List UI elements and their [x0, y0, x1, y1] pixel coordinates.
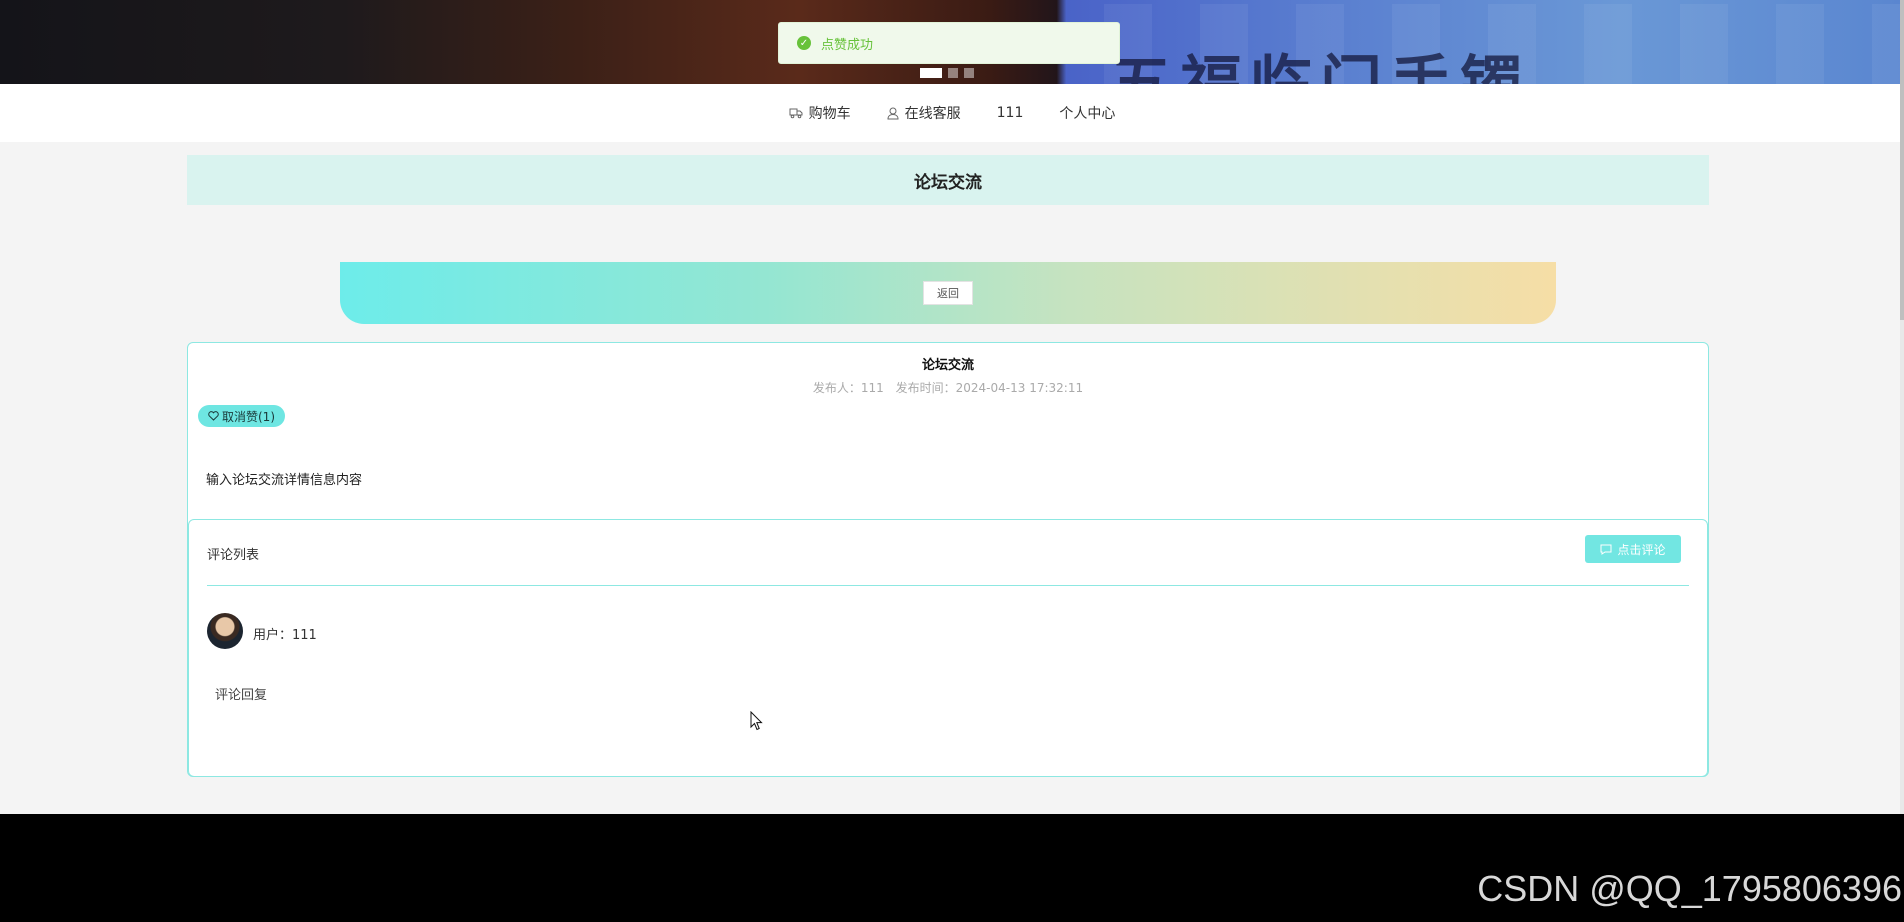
- post-title: 论坛交流: [921, 358, 974, 373]
- comments-header: 评论列表: [207, 548, 260, 563]
- unlike-button[interactable]: 取消赞(1): [198, 405, 285, 427]
- carousel-indicators: [920, 68, 974, 78]
- nav-service-label: 在线客服: [904, 106, 961, 122]
- carousel-dot[interactable]: [920, 68, 942, 78]
- mouse-cursor-icon: [750, 711, 763, 731]
- nav-username-label: 111: [996, 105, 1024, 121]
- top-nav: 购物车 在线客服 111 个人中心: [0, 84, 1904, 142]
- post-publisher: 发布人：111: [812, 381, 884, 395]
- post-detail-card: 论坛交流 发布人：111 发布时间：2024-04-13 17:32:11 取消…: [187, 342, 1709, 777]
- user-icon: [887, 107, 899, 119]
- heart-icon: [208, 411, 219, 421]
- post-time: 发布时间：2024-04-13 17:32:11: [895, 381, 1084, 395]
- comment-user: 用户：111: [253, 628, 317, 643]
- carousel-dot[interactable]: [948, 68, 958, 78]
- nav-service[interactable]: 在线客服: [887, 103, 961, 123]
- add-comment-button[interactable]: 点击评论: [1585, 535, 1681, 563]
- carousel-dot[interactable]: [964, 68, 974, 78]
- success-toast: ✓ 点赞成功: [778, 22, 1120, 64]
- action-bar: 返回: [340, 262, 1556, 324]
- comment-icon: [1600, 544, 1612, 555]
- nav-profile-label: 个人中心: [1059, 106, 1116, 122]
- post-content: 输入论坛交流详情信息内容: [206, 473, 363, 488]
- nav-cart[interactable]: 购物车: [789, 103, 851, 123]
- page-title: 论坛交流: [914, 172, 982, 193]
- banner-title-text: 五福临门手镯: [1110, 34, 1530, 84]
- nav-profile[interactable]: 个人中心: [1059, 103, 1115, 123]
- nav-username[interactable]: 111: [997, 105, 1024, 121]
- check-circle-icon: ✓: [797, 36, 811, 50]
- unlike-label: 取消赞(1): [222, 409, 275, 424]
- scrollbar[interactable]: [1900, 0, 1904, 814]
- avatar: [207, 613, 243, 649]
- toast-message: 点赞成功: [821, 37, 874, 53]
- cart-icon: [789, 108, 803, 119]
- comments-section: 评论列表 点击评论 用户：111 评论回复: [188, 519, 1708, 777]
- divider: [207, 585, 1689, 586]
- back-button[interactable]: 返回: [923, 281, 973, 305]
- watermark: CSDN @QQ_1795806396: [1477, 868, 1902, 909]
- scrollbar-thumb[interactable]: [1900, 0, 1904, 320]
- nav-cart-label: 购物车: [808, 106, 851, 122]
- comment-text: 评论回复: [215, 688, 268, 703]
- post-meta: 发布人：111 发布时间：2024-04-13 17:32:11: [188, 379, 1708, 396]
- add-comment-label: 点击评论: [1617, 542, 1666, 557]
- page-title-bar: 论坛交流: [187, 155, 1709, 205]
